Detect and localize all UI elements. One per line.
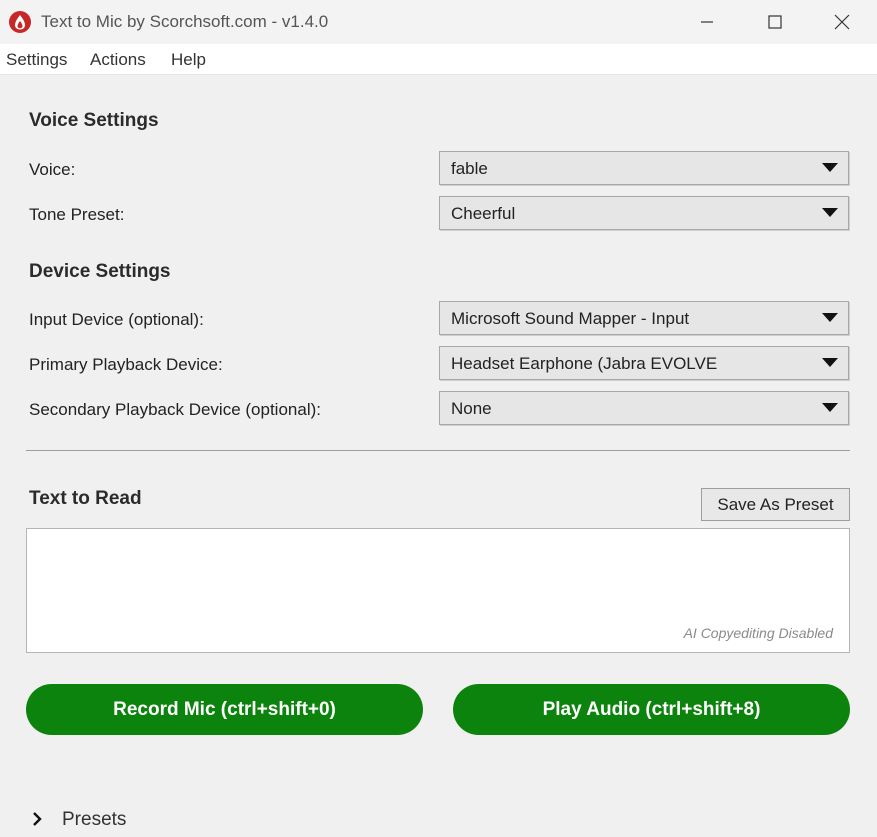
menu-actions[interactable]: Actions <box>90 50 146 70</box>
play-audio-button[interactable]: Play Audio (ctrl+shift+8) <box>453 684 850 735</box>
dropdown-arrow-icon <box>822 358 838 367</box>
close-icon <box>834 14 850 30</box>
dropdown-arrow-icon <box>822 163 838 172</box>
menu-bar: Settings Actions Help <box>0 44 877 75</box>
input-device-select[interactable]: Microsoft Sound Mapper - Input <box>439 301 849 335</box>
text-to-read-input[interactable]: AI Copyediting Disabled <box>26 528 850 653</box>
secondary-playback-label: Secondary Playback Device (optional): <box>29 400 321 419</box>
dropdown-arrow-icon <box>822 403 838 412</box>
maximize-icon <box>768 15 782 29</box>
input-device-value: Microsoft Sound Mapper - Input <box>451 309 690 328</box>
title-bar: Text to Mic by Scorchsoft.com - v1.4.0 <box>0 0 877 44</box>
voice-select[interactable]: fable <box>439 151 849 185</box>
ai-copyediting-status: AI Copyediting Disabled <box>683 625 833 641</box>
record-mic-button[interactable]: Record Mic (ctrl+shift+0) <box>26 684 423 735</box>
minimize-button[interactable] <box>672 0 742 44</box>
chevron-right-icon <box>33 812 42 826</box>
window-title: Text to Mic by Scorchsoft.com - v1.4.0 <box>41 12 329 31</box>
maximize-button[interactable] <box>740 0 810 44</box>
menu-help[interactable]: Help <box>171 50 206 70</box>
input-device-label: Input Device (optional): <box>29 310 204 329</box>
save-as-preset-button[interactable]: Save As Preset <box>701 488 850 521</box>
voice-settings-heading: Voice Settings <box>29 110 159 131</box>
app-flame-icon <box>9 11 31 33</box>
primary-playback-select[interactable]: Headset Earphone (Jabra EVOLVE <box>439 346 849 380</box>
tone-preset-select[interactable]: Cheerful <box>439 196 849 230</box>
presets-label: Presets <box>62 809 127 830</box>
text-to-read-heading: Text to Read <box>29 488 142 509</box>
dropdown-arrow-icon <box>822 313 838 322</box>
minimize-icon <box>701 21 713 23</box>
dropdown-arrow-icon <box>822 208 838 217</box>
secondary-playback-select[interactable]: None <box>439 391 849 425</box>
primary-playback-label: Primary Playback Device: <box>29 355 223 374</box>
close-button[interactable] <box>807 0 877 44</box>
menu-settings[interactable]: Settings <box>6 50 67 70</box>
tone-preset-value: Cheerful <box>451 204 516 223</box>
secondary-playback-value: None <box>451 399 492 418</box>
tone-preset-label: Tone Preset: <box>29 205 125 224</box>
device-settings-heading: Device Settings <box>29 261 171 282</box>
voice-label: Voice: <box>29 160 76 179</box>
voice-value: fable <box>451 159 488 178</box>
section-divider <box>26 450 850 451</box>
primary-playback-value: Headset Earphone (Jabra EVOLVE <box>451 354 718 373</box>
